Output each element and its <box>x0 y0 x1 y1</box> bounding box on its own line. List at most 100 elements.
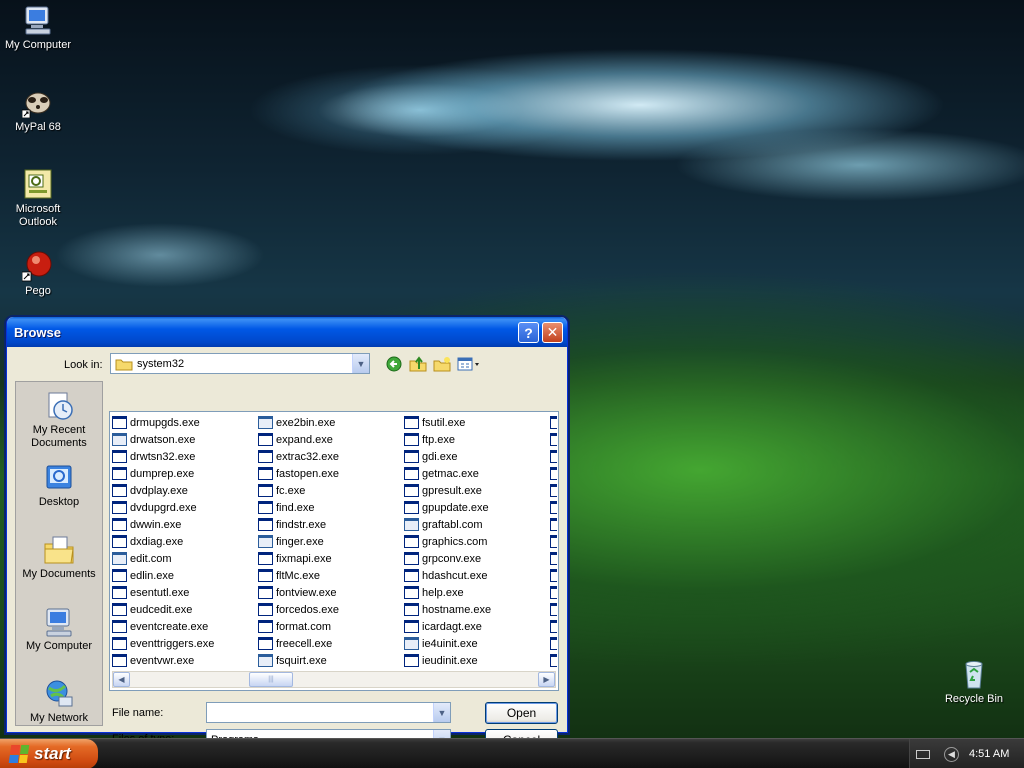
scroll-thumb[interactable]: ||| <box>249 672 293 687</box>
file-item[interactable]: findstr.exe <box>258 516 404 533</box>
file-item[interactable]: dwwin.exe <box>112 516 258 533</box>
clock[interactable]: 4:51 AM <box>969 748 1009 760</box>
scroll-right-button[interactable]: ▶ <box>538 672 555 687</box>
file-item[interactable] <box>550 635 557 652</box>
file-item[interactable] <box>550 448 557 465</box>
file-item[interactable]: find.exe <box>258 499 404 516</box>
file-item[interactable]: hdashcut.exe <box>404 567 550 584</box>
file-item[interactable]: extrac32.exe <box>258 448 404 465</box>
chevron-left-icon[interactable]: ◀ <box>944 746 959 762</box>
file-item[interactable]: edlin.exe <box>112 567 258 584</box>
close-button[interactable]: ✕ <box>542 322 563 343</box>
file-item[interactable]: help.exe <box>404 584 550 601</box>
file-item[interactable]: expand.exe <box>258 431 404 448</box>
file-item[interactable]: freecell.exe <box>258 635 404 652</box>
file-item[interactable]: fc.exe <box>258 482 404 499</box>
file-item[interactable]: eventvwr.exe <box>112 652 258 669</box>
file-item[interactable]: getmac.exe <box>404 465 550 482</box>
file-item[interactable]: fltMc.exe <box>258 567 404 584</box>
file-item[interactable] <box>550 482 557 499</box>
system-tray: ◀ 4:51 AM <box>909 739 1024 768</box>
chevron-down-icon[interactable]: ▼ <box>352 354 369 373</box>
chevron-down-icon[interactable]: ▼ <box>433 703 450 722</box>
horizontal-scrollbar[interactable]: ◀ ||| ▶ <box>112 671 556 688</box>
file-item[interactable] <box>550 618 557 635</box>
look-in-dropdown[interactable]: system32 ▼ <box>110 353 370 374</box>
file-item[interactable]: dxdiag.exe <box>112 533 258 550</box>
file-item[interactable] <box>550 499 557 516</box>
file-icon <box>550 603 557 616</box>
file-item[interactable]: fsquirt.exe <box>258 652 404 669</box>
file-item[interactable]: dumprep.exe <box>112 465 258 482</box>
file-item[interactable] <box>550 516 557 533</box>
place-my-recent-documents[interactable]: My Recent Documents <box>16 386 102 454</box>
file-item[interactable] <box>550 601 557 618</box>
file-item[interactable] <box>550 567 557 584</box>
file-item[interactable] <box>550 550 557 567</box>
dialog-titlebar[interactable]: Browse ? ✕ <box>7 317 567 347</box>
file-item[interactable]: fsutil.exe <box>404 414 550 431</box>
desktop-icon-my-computer[interactable]: My Computer <box>0 4 76 52</box>
file-name: dvdplay.exe <box>130 484 188 497</box>
file-item[interactable]: eventcreate.exe <box>112 618 258 635</box>
file-item[interactable]: fontview.exe <box>258 584 404 601</box>
file-item[interactable] <box>550 465 557 482</box>
file-item[interactable]: ftp.exe <box>404 431 550 448</box>
file-item[interactable]: drwatson.exe <box>112 431 258 448</box>
up-one-level-button[interactable] <box>408 354 428 374</box>
desktop-icon-recycle-bin[interactable]: Recycle Bin <box>936 658 1012 706</box>
place-my-documents[interactable]: My Documents <box>16 530 102 598</box>
desktop-icon-mypal[interactable]: MyPal 68 <box>0 86 76 134</box>
place-my-network[interactable]: My Network <box>16 674 102 742</box>
file-item[interactable]: esentutl.exe <box>112 584 258 601</box>
file-item[interactable] <box>550 533 557 550</box>
file-name-field[interactable]: ▼ <box>206 702 451 723</box>
file-item[interactable] <box>550 584 557 601</box>
file-item[interactable]: grpconv.exe <box>404 550 550 567</box>
file-item[interactable]: ie4uinit.exe <box>404 635 550 652</box>
file-item[interactable]: eudcedit.exe <box>112 601 258 618</box>
file-item[interactable]: gdi.exe <box>404 448 550 465</box>
file-item[interactable]: format.com <box>258 618 404 635</box>
place-label: Desktop <box>38 496 80 508</box>
file-icon <box>550 484 557 497</box>
file-item[interactable]: dvdupgrd.exe <box>112 499 258 516</box>
back-button[interactable] <box>384 354 404 374</box>
file-item[interactable]: eventtriggers.exe <box>112 635 258 652</box>
open-button[interactable]: Open <box>485 702 558 724</box>
my-documents-icon <box>44 536 74 564</box>
desktop-icon-outlook[interactable]: Microsoft Outlook <box>0 168 76 229</box>
file-item[interactable] <box>550 414 557 431</box>
file-item[interactable] <box>550 431 557 448</box>
start-button[interactable]: start <box>0 739 98 768</box>
file-item[interactable]: ieudinit.exe <box>404 652 550 669</box>
scroll-left-button[interactable]: ◀ <box>113 672 130 687</box>
file-item[interactable]: drmupgds.exe <box>112 414 258 431</box>
file-item[interactable]: drwtsn32.exe <box>112 448 258 465</box>
file-item[interactable]: fixmapi.exe <box>258 550 404 567</box>
file-item[interactable]: fastopen.exe <box>258 465 404 482</box>
file-item[interactable]: icardagt.exe <box>404 618 550 635</box>
file-item[interactable]: forcedos.exe <box>258 601 404 618</box>
help-button[interactable]: ? <box>518 322 539 343</box>
place-desktop[interactable]: Desktop <box>16 458 102 526</box>
file-item[interactable]: exe2bin.exe <box>258 414 404 431</box>
view-menu-button[interactable] <box>456 354 482 374</box>
file-item[interactable]: graftabl.com <box>404 516 550 533</box>
file-item[interactable]: gpupdate.exe <box>404 499 550 516</box>
file-item[interactable]: gpresult.exe <box>404 482 550 499</box>
file-item[interactable]: edit.com <box>112 550 258 567</box>
file-icon <box>550 552 557 565</box>
file-name: eudcedit.exe <box>130 603 193 616</box>
place-my-computer[interactable]: My Computer <box>16 602 102 670</box>
file-item[interactable]: hostname.exe <box>404 601 550 618</box>
new-folder-button[interactable] <box>432 354 452 374</box>
file-item[interactable]: finger.exe <box>258 533 404 550</box>
keyboard-icon[interactable] <box>916 749 930 759</box>
file-item[interactable]: dvdplay.exe <box>112 482 258 499</box>
desktop-icon-pego[interactable]: Pego <box>0 250 76 298</box>
file-list[interactable]: drmupgds.exe drwatson.exe drwtsn32.exe dump… <box>109 411 559 691</box>
file-item[interactable]: graphics.com <box>404 533 550 550</box>
file-name: drwtsn32.exe <box>130 450 196 463</box>
file-item[interactable] <box>550 652 557 669</box>
